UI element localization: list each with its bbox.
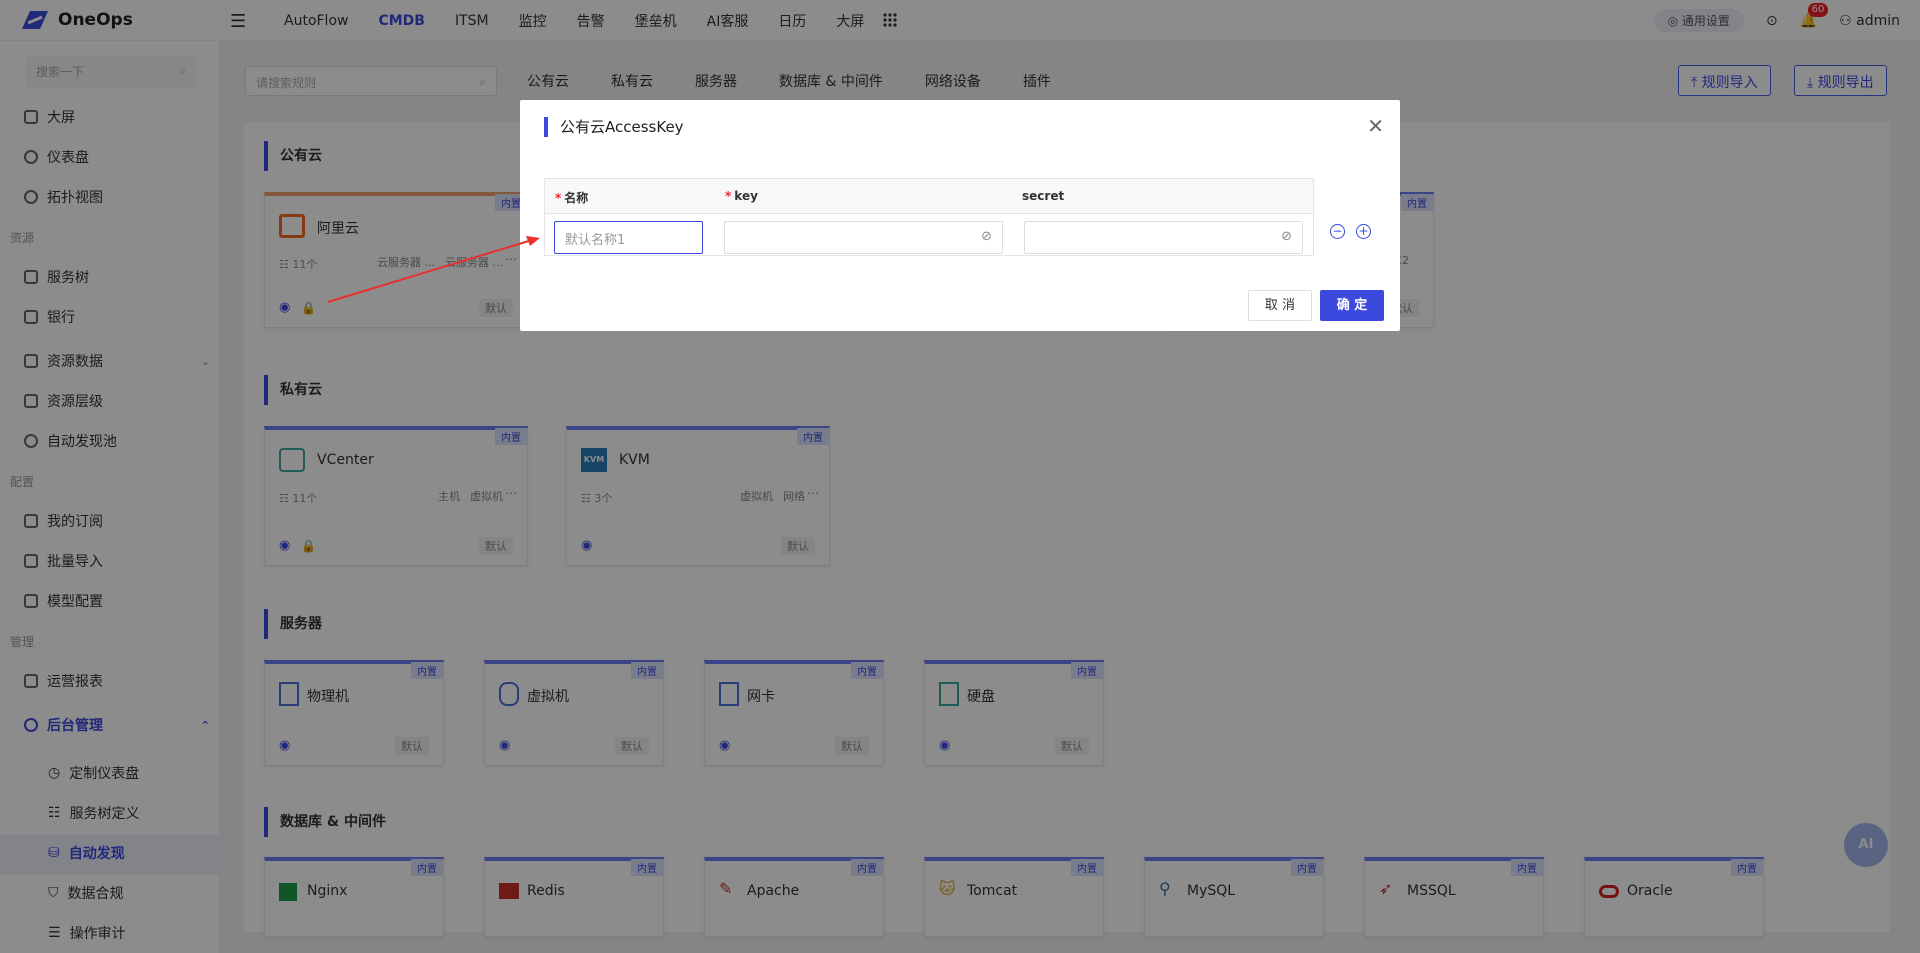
col-name-header: * 名称 <box>555 189 588 206</box>
required-mark: * <box>555 191 562 205</box>
table-header: * 名称 * key secret <box>545 179 1313 214</box>
col-secret-header: secret <box>1022 189 1065 203</box>
col-key-label: key <box>734 189 758 203</box>
accesskey-modal: 公有云AccessKey ✕ * 名称 * key secret 默认名称1 ⊘ ⊘… <box>520 100 1400 331</box>
eye-hidden-icon[interactable]: ⊘ <box>1281 229 1292 244</box>
modal-title: 公有云AccessKey <box>544 117 684 137</box>
key-input[interactable]: ⊘ <box>724 221 1003 254</box>
add-row-icon[interactable]: + <box>1356 224 1371 239</box>
name-input-placeholder: 默认名称1 <box>565 233 626 248</box>
close-icon[interactable]: ✕ <box>1367 114 1384 138</box>
cancel-button[interactable]: 取 消 <box>1248 290 1312 321</box>
secret-input[interactable]: ⊘ <box>1024 221 1303 254</box>
col-key-header: * key <box>725 189 758 203</box>
confirm-button[interactable]: 确 定 <box>1320 290 1384 321</box>
col-name-label: 名称 <box>564 191 589 205</box>
accesskey-table: * 名称 * key secret 默认名称1 ⊘ ⊘ <box>544 178 1314 256</box>
required-mark: * <box>725 189 732 203</box>
remove-row-icon[interactable]: − <box>1330 224 1345 239</box>
name-input[interactable]: 默认名称1 <box>554 221 703 254</box>
eye-hidden-icon[interactable]: ⊘ <box>981 229 992 244</box>
